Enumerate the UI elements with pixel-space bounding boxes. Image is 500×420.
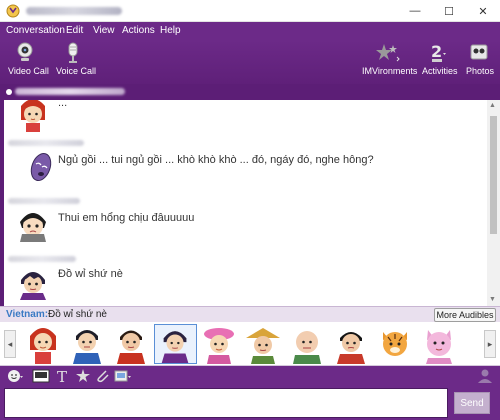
photo-share-icon[interactable]: [114, 368, 132, 384]
photos-button[interactable]: Photos: [464, 42, 496, 82]
audible-girl-red-hair[interactable]: [22, 324, 65, 364]
scroll-thumb[interactable]: [490, 116, 497, 234]
contact-status-bar: [0, 84, 500, 100]
scroll-down-icon[interactable]: ▼: [489, 296, 496, 303]
message-input[interactable]: [4, 388, 448, 418]
message-text: Đồ wỉ shứ nè: [58, 268, 123, 280]
emoticon-icon[interactable]: [6, 368, 24, 384]
yahoo-messenger-app-icon: [6, 4, 20, 18]
voice-call-button[interactable]: Voice Call: [56, 42, 96, 82]
minimize-button[interactable]: —: [398, 0, 432, 22]
activities-icon: 2: [431, 42, 446, 62]
avatar-purple-sleeping: [30, 152, 52, 182]
audibles-current-title: Đồ wỉ shứ nè: [48, 309, 107, 320]
menu-conversation[interactable]: Conversation: [6, 25, 65, 36]
menu-help[interactable]: Help: [160, 25, 181, 36]
audible-man-straw-hat[interactable]: [242, 324, 285, 364]
message-text: Ngủ gồi ... tui ngủ gồi ... khò khò khò …: [58, 154, 374, 166]
title-bar: — ☐ ✕: [0, 0, 500, 22]
toolbar: Video Call Voice Call IMVironments 2 Act…: [0, 40, 500, 84]
audibles-language: Vietnam:: [6, 309, 49, 320]
audibles-prev-button[interactable]: ◂: [4, 330, 16, 358]
more-audibles-button[interactable]: More Audibles: [434, 308, 496, 322]
audibles-strip: ◂ ▸: [0, 322, 500, 366]
menu-edit[interactable]: Edit: [66, 25, 83, 36]
online-status-icon: [6, 89, 12, 95]
message-text: ...: [58, 100, 68, 109]
menu-bar: Conversation Edit View Actions Help: [0, 22, 500, 40]
conversation-scrollbar[interactable]: ▲ ▼: [487, 100, 500, 306]
maximize-button[interactable]: ☐: [432, 0, 466, 22]
attach-file-icon[interactable]: [94, 368, 112, 384]
contact-avatar-icon: [478, 369, 492, 383]
send-button[interactable]: Send: [454, 392, 490, 414]
sender-name-blurred: [8, 140, 84, 146]
audible-boy-purple-selected[interactable]: [154, 324, 197, 364]
audible-pink-cat[interactable]: [418, 324, 461, 364]
svg-text:2: 2: [431, 42, 442, 61]
avatar-girl-red-hair: [21, 100, 45, 132]
imvironments-icon: [376, 44, 400, 62]
input-toolbar: T: [0, 366, 500, 386]
svg-text:T: T: [57, 368, 67, 384]
audible-man-black-hair[interactable]: [330, 324, 373, 364]
audible-boy-blue-shirt[interactable]: [66, 324, 109, 364]
audible-man-bald[interactable]: [286, 324, 329, 364]
close-button[interactable]: ✕: [466, 0, 500, 22]
audibles-header: Vietnam: Đồ wỉ shứ nè More Audibles: [0, 306, 500, 322]
sender-name-blurred: [8, 198, 80, 204]
imvironments-button[interactable]: IMVironments: [362, 42, 417, 82]
audible-boy-purple-icon: [161, 331, 189, 363]
contact-status-blurred: [15, 88, 125, 95]
sender-name-blurred: [8, 256, 76, 262]
activities-button[interactable]: 2 Activities: [422, 42, 458, 82]
message-text: Thui em hổng chịu đâuuuuu: [58, 212, 195, 224]
menu-actions[interactable]: Actions: [122, 25, 155, 36]
audible-boy-red-shirt[interactable]: [110, 324, 153, 364]
avatar-girl-sad: [20, 213, 46, 242]
text-format-icon[interactable]: T: [54, 368, 72, 384]
video-call-button[interactable]: Video Call: [8, 42, 49, 82]
scroll-up-icon[interactable]: ▲: [489, 102, 496, 109]
audible-tiger[interactable]: [374, 324, 417, 364]
photos-icon: [470, 44, 488, 60]
window-title-blurred: [26, 7, 122, 15]
menu-view[interactable]: View: [93, 25, 115, 36]
audible-girl-pink-hat[interactable]: [198, 324, 241, 364]
microphone-icon: [68, 42, 78, 63]
nudge-icon[interactable]: [74, 368, 92, 384]
webcam-icon: [17, 42, 33, 61]
conversation-pane: ... Ngủ gồi ... tui ngủ gồi ... khò khò …: [0, 100, 500, 306]
audibles-toggle-icon[interactable]: [32, 368, 50, 384]
audibles-next-button[interactable]: ▸: [484, 330, 496, 358]
avatar-boy-purple: [20, 272, 46, 300]
message-input-area: Send: [0, 386, 500, 420]
